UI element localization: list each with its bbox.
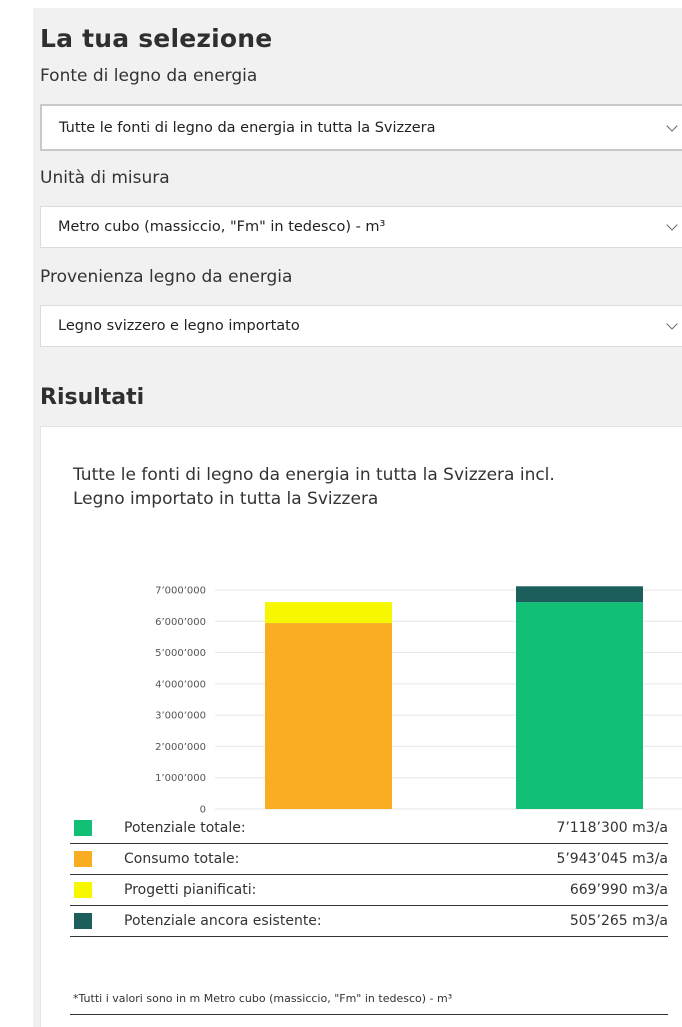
y-tick-label: 2’000’000 [155,742,206,753]
legend-row: Progetti pianificati: 669’990 m3/a [70,876,668,906]
legend-swatch [74,851,92,867]
footnote-divider [70,1014,668,1015]
legend-swatch [74,882,92,898]
bar-segment [265,602,392,624]
legend-label: Consumo totale: [124,851,240,867]
footnote: *Tutti i valori sono in m Metro cubo (ma… [73,992,453,1005]
y-tick-label: 6’000’000 [155,617,206,628]
y-tick-label: 4’000’000 [155,679,206,690]
legend-label: Progetti pianificati: [124,882,257,898]
legend-label: Potenziale totale: [124,820,246,836]
legend-swatch [74,820,92,836]
bar-segment [516,602,643,809]
y-tick-label: 1’000’000 [155,773,206,784]
bar-segment [516,586,643,603]
legend-row: Potenziale totale: 7’118’300 m3/a [70,814,668,844]
legend-value: 669’990 m3/a [569,882,668,898]
legend-row: Potenziale ancora esistente: 505’265 m3/a [70,907,668,937]
y-tick-label: 5’000’000 [155,648,206,659]
legend-value: 5’943’045 m3/a [556,851,668,867]
legend-row: Consumo totale: 5’943’045 m3/a [70,845,668,875]
legend-label: Potenziale ancora esistente: [124,913,322,929]
bar-segment [265,623,392,809]
legend-value: 7’118’300 m3/a [556,820,668,836]
y-tick-label: 3’000’000 [155,711,206,722]
y-tick-label: 7’000’000 [155,586,206,597]
legend-value: 505’265 m3/a [569,913,668,929]
legend-swatch [74,913,92,929]
